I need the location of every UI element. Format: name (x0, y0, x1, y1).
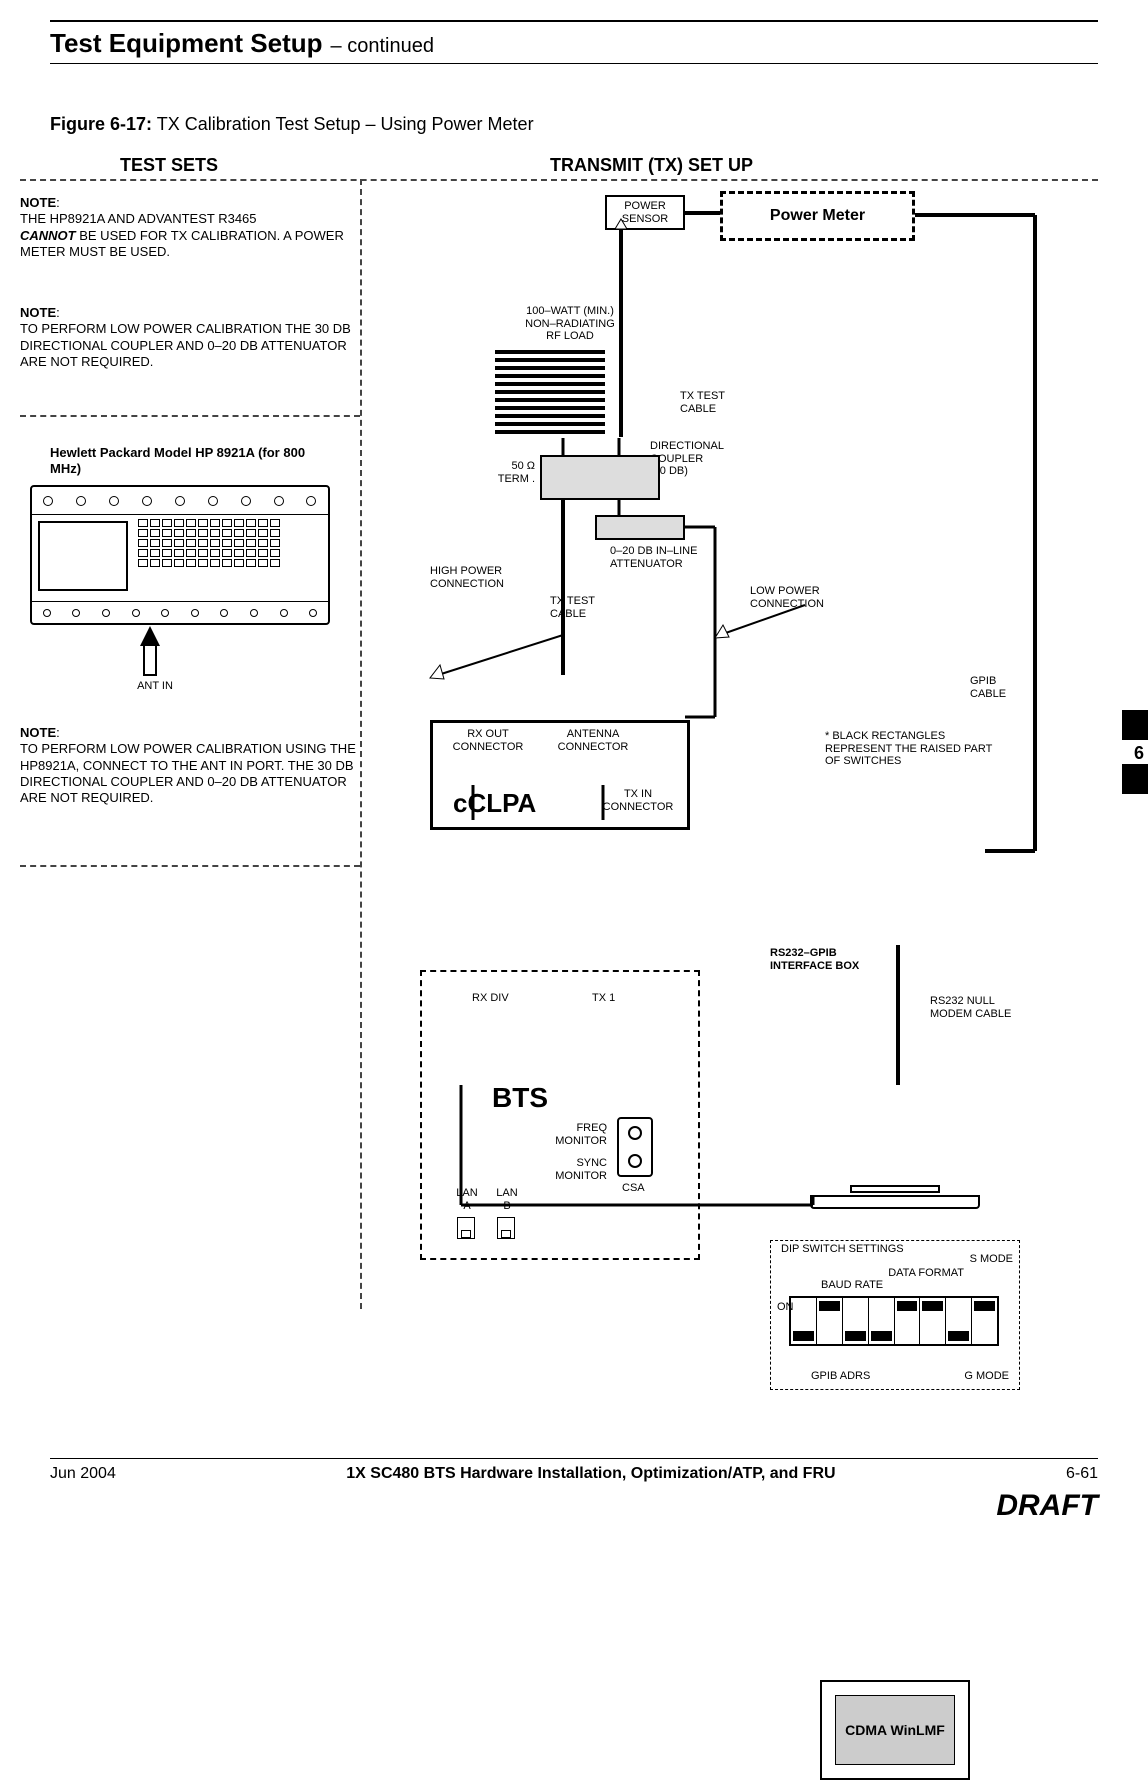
footer-doc-title: 1X SC480 BTS Hardware Installation, Opti… (346, 1465, 835, 1483)
attenuator (595, 515, 685, 540)
computer-monitor: CDMA WinLMF (820, 1680, 970, 1780)
diagram: TEST SETS TRANSMIT (TX) SET UP NOTE: THE… (50, 155, 1098, 1315)
note-2: NOTE: TO PERFORM LOW POWER CALIBRATION T… (20, 305, 360, 370)
label-coupler: DIRECTIONAL COUPLER (30 DB) (650, 440, 750, 478)
page-title: Test Equipment Setup (50, 28, 323, 59)
rf-load (495, 350, 605, 450)
label-50ohm: 50 Ω TERM . (485, 460, 535, 485)
power-meter: Power Meter (720, 191, 915, 241)
keyboard (810, 1195, 980, 1209)
chapter-tab: 6 (1134, 743, 1144, 764)
label-switch-note: * BLACK RECTANGLES REPRESENT THE RAISED … (825, 730, 1005, 768)
label-high-power: HIGH POWER CONNECTION (430, 565, 530, 590)
directional-coupler (540, 455, 660, 500)
page-subtitle: – continued (331, 35, 434, 58)
label-rfload: 100–WATT (MIN.) NON–RADIATING RF LOAD (505, 305, 635, 343)
hp-title: Hewlett Packard Model HP 8921A (for 800 … (50, 445, 330, 476)
figure-caption: TX Calibration Test Setup – Using Power … (157, 114, 534, 134)
arrow-ant-in (140, 626, 160, 676)
label-interface-box: RS232–GPIB INTERFACE BOX (770, 947, 900, 972)
lan-b-port (497, 1217, 515, 1239)
label-ant-in: ANT IN (135, 680, 175, 693)
hp-instrument (30, 485, 330, 625)
figure-label: Figure 6-17: (50, 114, 152, 134)
note-1: NOTE: THE HP8921A AND ADVANTEST R3465 CA… (20, 195, 360, 260)
footer-date: Jun 2004 (50, 1465, 116, 1483)
lan-a-port (457, 1217, 475, 1239)
cclpa-box: RX OUT CONNECTOR ANTENNA CONNECTOR cCLPA… (430, 720, 690, 830)
header-test-sets: TEST SETS (120, 155, 218, 176)
dip-switch-box: DIP SWITCH SETTINGS S MODE DATA FORMAT B… (770, 1240, 1020, 1390)
note-3: NOTE: TO PERFORM LOW POWER CALIBRATION U… (20, 725, 360, 806)
label-null-modem: RS232 NULL MODEM CABLE (930, 995, 1030, 1020)
footer-page: 6-61 (1066, 1465, 1098, 1483)
header-tx-setup: TRANSMIT (TX) SET UP (550, 155, 753, 176)
draft-watermark: DRAFT (50, 1489, 1098, 1523)
label-tx-cable-1: TX TEST CABLE (680, 390, 750, 415)
